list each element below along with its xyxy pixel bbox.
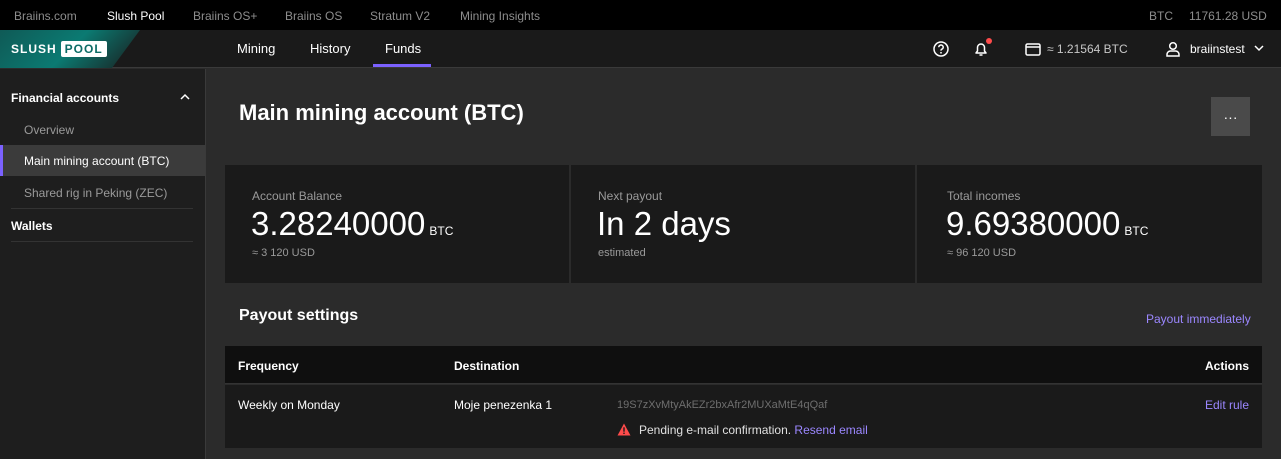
sidebar-section-financial-accounts[interactable]: Financial accounts (11, 91, 119, 105)
next-payout-card: Next payout In 2 days estimated (571, 165, 915, 283)
logo-text-right: POOL (60, 41, 107, 57)
sidebar-item-overview[interactable]: Overview (24, 123, 74, 137)
help-icon[interactable] (932, 40, 950, 58)
main-header: SLUSH POOL Mining History Funds ≈ 1.21564… (0, 30, 1281, 68)
link-braiins-com[interactable]: Braiins.com (14, 9, 77, 23)
card-subtext: ≈ 96 120 USD (947, 247, 1017, 259)
wallet-balance[interactable]: ≈ 1.21564 BTC (1047, 42, 1128, 56)
logo-text-left: SLUSH (11, 42, 57, 56)
link-braiins-os-plus[interactable]: Braiins OS+ (193, 9, 257, 23)
slush-pool-logo[interactable]: SLUSH POOL (11, 41, 107, 57)
chevron-down-icon[interactable] (1253, 42, 1265, 54)
wallet-icon[interactable] (1024, 40, 1042, 58)
more-options-button[interactable]: ··· (1211, 97, 1250, 136)
row-address: 19S7zXvMtyAkEZr2bxAfr2MUXaMtE4qQaf (617, 399, 828, 411)
sidebar-section-wallets[interactable]: Wallets (11, 219, 53, 233)
row-destination: Moje penezenka 1 (454, 398, 553, 412)
column-actions: Actions (1204, 359, 1249, 373)
warning-text: Pending e-mail confirmation. (639, 423, 792, 437)
link-slush-pool[interactable]: Slush Pool (107, 9, 164, 23)
card-subtext: ≈ 3 120 USD (252, 247, 315, 259)
link-stratum-v2[interactable]: Stratum V2 (370, 9, 430, 23)
payout-table-header: Frequency Destination Actions (225, 346, 1262, 384)
sidebar-divider (11, 208, 193, 209)
btc-price: 11761.28 USD (1189, 9, 1267, 23)
page-title: Main mining account (BTC) (239, 100, 524, 125)
user-icon[interactable] (1164, 40, 1182, 58)
warning-icon (617, 423, 631, 436)
currency-label: BTC (1149, 9, 1173, 23)
pending-confirmation-message: Pending e-mail confirmation. Resend emai… (617, 423, 868, 437)
nav-mining[interactable]: Mining (237, 41, 275, 56)
notification-dot (986, 38, 992, 44)
sidebar-item-shared-rig[interactable]: Shared rig in Peking (ZEC) (24, 186, 167, 200)
payout-immediately-link[interactable]: Payout immediately (1146, 312, 1251, 326)
nav-active-indicator (373, 64, 431, 67)
card-label: Next payout (598, 189, 663, 203)
card-label: Total incomes (947, 189, 1021, 203)
card-subtext: estimated (598, 247, 646, 259)
card-value: 3.28240000 BTC (251, 205, 454, 242)
nav-history[interactable]: History (310, 41, 350, 56)
edit-rule-link[interactable]: Edit rule (1205, 398, 1249, 412)
payout-settings-title: Payout settings (239, 307, 359, 324)
link-braiins-os[interactable]: Braiins OS (285, 9, 342, 23)
top-bar: Braiins.com Slush Pool Braiins OS+ Braii… (0, 0, 1281, 30)
card-value: In 2 days (597, 205, 731, 242)
resend-email-link[interactable]: Resend email (794, 423, 867, 437)
column-frequency: Frequency (238, 359, 299, 373)
sidebar-divider (11, 241, 193, 242)
username[interactable]: braiinstest (1190, 42, 1245, 56)
sidebar: Financial accounts Overview Main mining … (0, 69, 206, 459)
chevron-up-icon[interactable] (179, 91, 191, 103)
total-incomes-card: Total incomes 9.69380000 BTC ≈ 96 120 USD (917, 165, 1262, 283)
column-destination: Destination (454, 359, 520, 373)
nav-funds[interactable]: Funds (385, 41, 421, 56)
account-balance-card: Account Balance 3.28240000 BTC ≈ 3 120 US… (225, 165, 569, 283)
card-label: Account Balance (252, 189, 343, 203)
link-mining-insights[interactable]: Mining Insights (460, 9, 540, 23)
row-frequency: Weekly on Monday (238, 398, 340, 412)
table-row: Weekly on Monday Moje penezenka 1 19S7zX… (225, 385, 1262, 448)
card-value: 9.69380000 BTC (946, 205, 1149, 242)
sidebar-item-main-mining-account[interactable]: Main mining account (BTC) (24, 154, 169, 168)
